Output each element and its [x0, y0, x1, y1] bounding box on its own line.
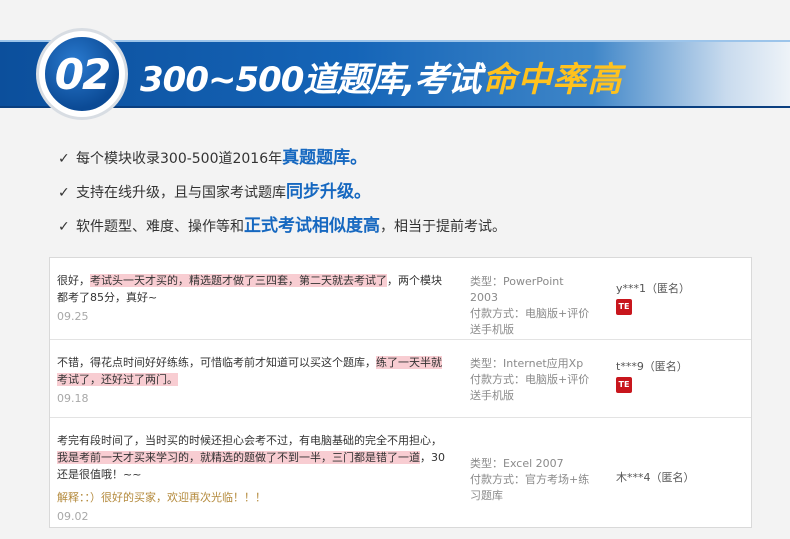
feature-item: ✓ 软件题型、难度、操作等和 正式考试相似度高 ，相当于提前考试。 — [58, 211, 758, 245]
review-user: t***9（匿名） TE — [616, 358, 688, 393]
review-username: y***1（匿名） — [616, 282, 691, 295]
review-date: 09.02 — [57, 510, 89, 523]
review-username: t***9（匿名） — [616, 360, 688, 373]
review-text-highlight: 我是考前一天才买来学习的，就精选的题做了不到一半，三门都是错了一道 — [57, 451, 420, 464]
review-payment: 付款方式：电脑版+评价送手机版 — [470, 373, 590, 402]
te-badge-icon: TE — [616, 299, 632, 315]
feature-item: ✓ 支持在线升级，且与国家考试题库 同步升级。 — [58, 177, 758, 211]
review-content: 不错，得花点时间好好练练，可惜临考前才知道可以买这个题库，练了一天半就考试了，还… — [57, 354, 452, 407]
feature-list: ✓ 每个模块收录300-500道2016年 真题题库。 ✓ 支持在线升级，且与国… — [58, 143, 758, 245]
review-meta: 类型：Internet应用Xp 付款方式：电脑版+评价送手机版 — [470, 356, 595, 404]
feature-highlight: 正式考试相似度高 — [244, 216, 380, 236]
feature-text-after: ，相当于提前考试。 — [380, 219, 506, 235]
check-icon: ✓ — [58, 151, 70, 167]
review-item: 不错，得花点时间好好练练，可惜临考前才知道可以买这个题库，练了一天半就考试了，还… — [50, 340, 751, 418]
review-type: 类型：PowerPoint 2003 — [470, 275, 564, 304]
feature-highlight: 真题题库。 — [282, 148, 368, 168]
feature-text: 软件题型、难度、操作等和 — [76, 219, 244, 235]
check-icon: ✓ — [58, 185, 70, 201]
review-date: 09.18 — [57, 392, 89, 405]
te-badge-icon: TE — [616, 377, 632, 393]
review-item: 考完有段时间了，当时买的时候还担心会考不过，有电脑基础的完全不用担心， 我是考前一… — [50, 418, 751, 529]
review-text: 很好， — [57, 274, 90, 287]
feature-highlight: 同步升级。 — [286, 182, 371, 202]
section-number-badge: 02 — [36, 28, 128, 120]
review-meta: 类型：PowerPoint 2003 付款方式：电脑版+评价送手机版 — [470, 274, 595, 338]
check-icon: ✓ — [58, 219, 70, 235]
review-content: 很好，考试头一天才买的，精选题才做了三四套，第二天就去考试了，两个模块都考了85… — [57, 272, 452, 325]
header-banner: 02 300~500道题库,考试 命中率高 — [0, 0, 790, 125]
badge-number: 02 — [43, 35, 121, 113]
review-meta: 类型：Excel 2007 付款方式：官方考场+练习题库 — [470, 456, 595, 504]
review-list: 很好，考试头一天才买的，精选题才做了三四套，第二天就去考试了，两个模块都考了85… — [49, 257, 752, 528]
review-content: 考完有段时间了，当时买的时候还担心会考不过，有电脑基础的完全不用担心， 我是考前一… — [57, 432, 452, 525]
banner-title-highlight: 命中率高 — [482, 59, 623, 100]
seller-reply: 解释：：）很好的买家，欢迎再次光临！！！ — [57, 491, 266, 504]
review-user: 木***4（匿名） — [616, 469, 695, 485]
review-text: 考完有段时间了，当时买的时候还担心会考不过，有电脑基础的完全不用担心， — [57, 434, 442, 447]
review-text: 不错，得花点时间好好练练，可惜临考前才知道可以买这个题库， — [57, 356, 376, 369]
review-date: 09.25 — [57, 310, 89, 323]
review-type: 类型：Internet应用Xp — [470, 357, 584, 370]
feature-text: 每个模块收录300-500道2016年 — [76, 151, 283, 167]
review-payment: 付款方式：电脑版+评价送手机版 — [470, 307, 590, 336]
feature-item: ✓ 每个模块收录300-500道2016年 真题题库。 — [58, 143, 758, 177]
banner-title: 300~500道题库,考试 命中率高 — [140, 50, 622, 102]
feature-text: 支持在线升级，且与国家考试题库 — [76, 185, 286, 201]
review-type: 类型：Excel 2007 — [470, 457, 564, 470]
review-user: y***1（匿名） TE — [616, 280, 690, 315]
review-text-highlight: 考试头一天才买的，精选题才做了三四套，第二天就去考试了 — [90, 274, 387, 287]
review-payment: 付款方式：官方考场+练习题库 — [470, 473, 590, 502]
review-username: 木***4（匿名） — [616, 471, 695, 484]
banner-title-main: 300~500道题库,考试 — [140, 59, 481, 100]
review-item: 很好，考试头一天才买的，精选题才做了三四套，第二天就去考试了，两个模块都考了85… — [50, 258, 751, 340]
